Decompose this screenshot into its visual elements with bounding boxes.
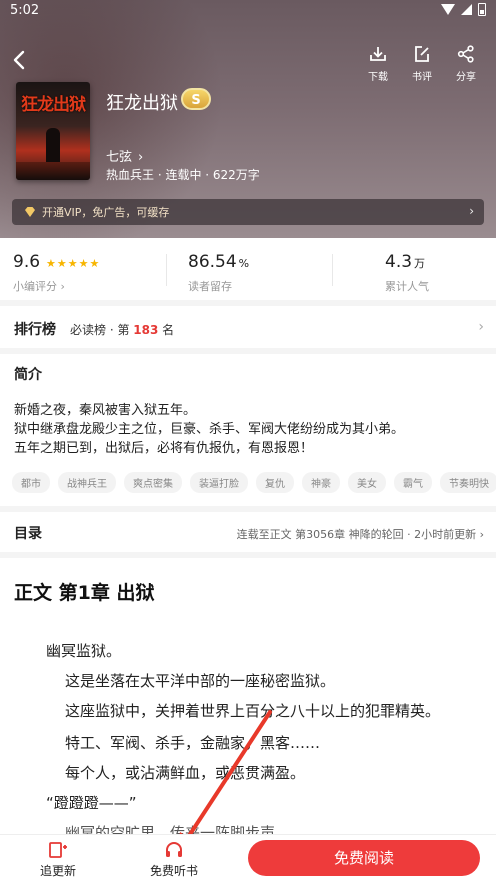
retention-unit: % bbox=[238, 257, 250, 270]
popularity-value: 4.3 bbox=[385, 252, 413, 272]
book-title: 狂龙出狱 bbox=[106, 93, 178, 114]
stat-popularity: 4.3 万 累计人气 bbox=[385, 252, 429, 294]
star-icon: ★ bbox=[78, 257, 89, 270]
back-button[interactable] bbox=[6, 46, 34, 74]
popularity-unit: 万 bbox=[414, 257, 426, 270]
stat-score[interactable]: 9.6 ★ ★ ★ ★ ★ 小编评分 › bbox=[13, 252, 99, 294]
tag[interactable]: 美女 bbox=[348, 472, 386, 493]
author-name: 七弦 bbox=[106, 150, 133, 165]
intro-line: 狱中继承盘龙殿少主之位，巨豪、杀手、军阀大佬纷纷成为其小弟。 bbox=[14, 422, 405, 437]
share-icon bbox=[457, 45, 474, 63]
star-icon: ★ bbox=[56, 257, 67, 270]
download-label: 下载 bbox=[368, 72, 388, 83]
score-stars: ★ ★ ★ ★ ★ bbox=[46, 257, 99, 270]
chevron-right-icon: › bbox=[60, 280, 65, 293]
chapter-preview[interactable]: 正文 第1章 出狱 幽冥监狱。 这是坐落在太平洋中部的一座秘密监狱。 这座监狱中… bbox=[0, 558, 496, 834]
review-button[interactable]: 书评 bbox=[410, 44, 434, 83]
ranking-suffix: 名 bbox=[162, 323, 175, 337]
stats-row: 9.6 ★ ★ ★ ★ ★ 小编评分 › 86.54 % 读者留存 4.3 万 … bbox=[0, 238, 496, 300]
signal-icon bbox=[461, 4, 472, 15]
retention-label: 读者留存 bbox=[188, 280, 232, 293]
tag[interactable]: 都市 bbox=[12, 472, 50, 493]
follow-updates-button[interactable]: 追更新 bbox=[40, 841, 76, 879]
stat-retention: 86.54 % 读者留存 bbox=[188, 252, 249, 294]
tag[interactable]: 神豪 bbox=[302, 472, 340, 493]
diamond-icon bbox=[25, 207, 35, 217]
toc-row[interactable]: 目录 连载至正文 第3056章 神降的轮回 · 2小时前更新 › bbox=[0, 512, 496, 552]
chevron-left-icon bbox=[13, 50, 25, 70]
listen-button[interactable]: 免费听书 bbox=[150, 841, 198, 879]
listen-label: 免费听书 bbox=[150, 864, 199, 878]
ranking-text: 必读榜 · 第 183 名 bbox=[70, 321, 174, 338]
rating-badge: S bbox=[181, 88, 211, 110]
retention-value: 86.54 bbox=[188, 252, 237, 272]
headphones-icon bbox=[166, 842, 182, 857]
ranking-title: 排行榜 bbox=[14, 322, 56, 338]
chevron-right-icon: › bbox=[138, 150, 144, 165]
chapter-paragraph: 这是坐落在太平洋中部的一座秘密监狱。 bbox=[65, 672, 336, 690]
book-meta: 热血兵王 · 连载中 · 622万字 bbox=[106, 168, 260, 182]
tag[interactable]: 节奏明快 bbox=[440, 472, 496, 493]
tag-list: 都市 战神兵王 爽点密集 装逼打脸 复仇 神豪 美女 霸气 节奏明快 bbox=[12, 472, 496, 493]
vip-banner[interactable]: 开通VIP，免广告，可缓存 › bbox=[12, 199, 484, 225]
chapter-paragraph: 每个人，或沾满鲜血，或恶贯满盈。 bbox=[65, 764, 306, 782]
chevron-right-icon: › bbox=[469, 204, 474, 218]
intro-title: 简介 bbox=[14, 367, 42, 383]
cover-ground bbox=[16, 162, 90, 180]
chevron-right-icon: › bbox=[478, 319, 484, 335]
star-icon: ★ bbox=[46, 257, 56, 270]
divider bbox=[332, 254, 333, 286]
battery-icon bbox=[478, 3, 486, 16]
download-button[interactable]: 下载 bbox=[366, 44, 390, 83]
status-icons bbox=[441, 3, 486, 16]
chapter-title: 正文 第1章 出狱 bbox=[14, 582, 155, 604]
tag[interactable]: 装逼打脸 bbox=[190, 472, 248, 493]
vip-text: 开通VIP，免广告，可缓存 bbox=[42, 206, 170, 219]
chapter-paragraph: “蹬蹬蹬——” bbox=[46, 794, 137, 812]
intro-line: 新婚之夜，秦风被害入狱五年。 bbox=[14, 403, 197, 418]
edit-icon bbox=[415, 46, 429, 62]
read-free-button[interactable]: 免费阅读 bbox=[248, 840, 480, 876]
toc-title: 目录 bbox=[14, 526, 42, 542]
follow-label: 追更新 bbox=[40, 864, 77, 878]
star-icon: ★ bbox=[67, 257, 78, 270]
share-label: 分享 bbox=[456, 72, 476, 83]
chapter-paragraph: 幽冥监狱。 bbox=[46, 642, 122, 660]
bookmark-add-icon bbox=[49, 842, 67, 858]
chapter-paragraph: 这座监狱中，关押着世界上百分之八十以上的犯罪精英。 bbox=[65, 702, 441, 720]
ranking-list: 必读榜 · 第 bbox=[70, 323, 130, 337]
intro-line: 五年之期已到，出狱后，必将有仇报仇，有恩报恩！ bbox=[14, 441, 314, 456]
status-time: 5:02 bbox=[10, 3, 40, 18]
tag[interactable]: 复仇 bbox=[256, 472, 294, 493]
tag[interactable]: 霸气 bbox=[394, 472, 432, 493]
header-actions: 下载 书评 分享 bbox=[366, 44, 478, 83]
ranking-row[interactable]: 排行榜 必读榜 · 第 183 名 › bbox=[0, 306, 496, 348]
author-link[interactable]: 七弦 › bbox=[106, 146, 143, 165]
tag[interactable]: 爽点密集 bbox=[124, 472, 182, 493]
star-icon: ★ bbox=[89, 257, 100, 270]
divider bbox=[166, 254, 167, 286]
cover-figure bbox=[46, 128, 60, 166]
share-button[interactable]: 分享 bbox=[454, 44, 478, 83]
review-label: 书评 bbox=[412, 72, 432, 83]
book-header: 5:02 下载 书评 分享 狂龙出狱 狂龙出狱 S 七弦 › 热血兵王 · 连载… bbox=[0, 0, 496, 238]
score-label: 小编评分 bbox=[13, 280, 57, 293]
score-value: 9.6 bbox=[13, 252, 41, 272]
book-cover[interactable]: 狂龙出狱 bbox=[16, 82, 90, 180]
chapter-paragraph: 幽冥的空旷里，传来一阵脚步声 bbox=[65, 824, 276, 834]
wifi-icon bbox=[441, 4, 455, 15]
tag[interactable]: 战神兵王 bbox=[58, 472, 116, 493]
intro-section: 简介 新婚之夜，秦风被害入狱五年。 狱中继承盘龙殿少主之位，巨豪、杀手、军阀大佬… bbox=[0, 354, 496, 506]
toc-latest: 连载至正文 第3056章 神降的轮回 · 2小时前更新 › bbox=[236, 528, 484, 541]
ranking-number: 183 bbox=[133, 323, 159, 337]
download-icon bbox=[370, 47, 386, 61]
popularity-label: 累计人气 bbox=[385, 280, 429, 293]
intro-text: 新婚之夜，秦风被害入狱五年。 狱中继承盘龙殿少主之位，巨豪、杀手、军阀大佬纷纷成… bbox=[14, 401, 484, 458]
status-bar: 5:02 bbox=[0, 0, 496, 22]
cover-title: 狂龙出狱 bbox=[21, 95, 86, 115]
bottom-action-bar: 追更新 免费听书 免费阅读 bbox=[0, 834, 496, 882]
chapter-paragraph: 特工、军阀、杀手，金融家，黑客…… bbox=[65, 734, 321, 752]
